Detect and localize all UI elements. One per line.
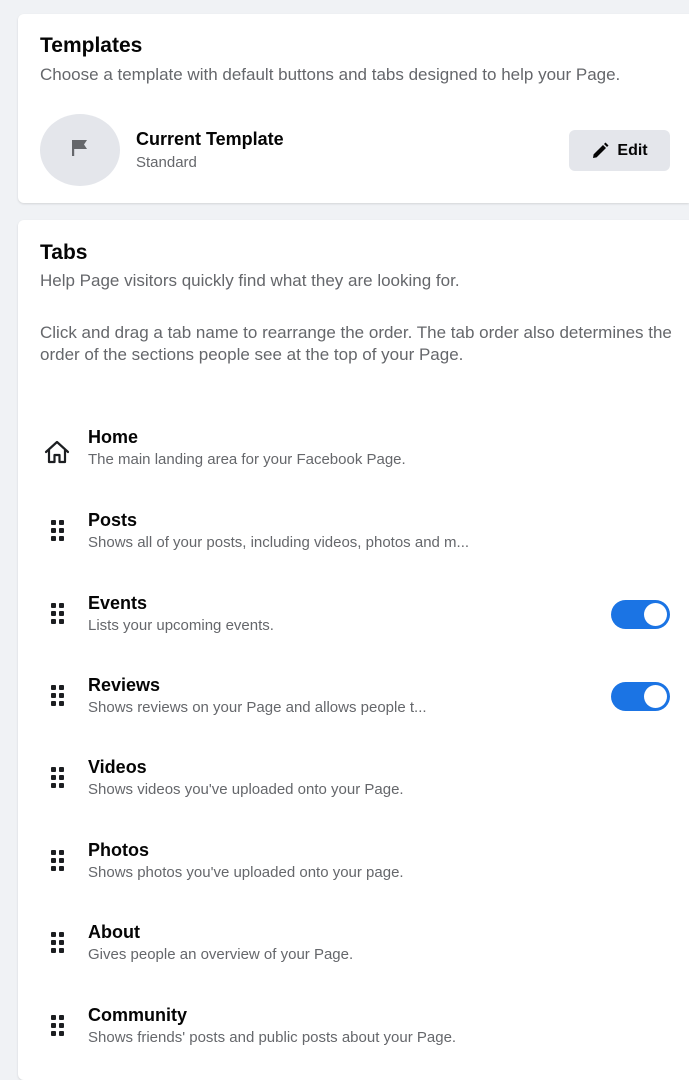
tab-title: Videos: [88, 757, 147, 777]
tab-row-videos[interactable]: Videos Shows videos you've uploaded onto…: [18, 757, 689, 827]
drag-handle-icon[interactable]: [42, 598, 72, 628]
tab-description: Shows all of your posts, including video…: [88, 534, 470, 551]
tab-row-about[interactable]: About Gives people an overview of your P…: [18, 922, 689, 992]
drag-handle-icon[interactable]: [42, 927, 72, 957]
edit-template-button[interactable]: Edit: [569, 130, 670, 171]
tab-row-community[interactable]: Community Shows friends' posts and publi…: [18, 1005, 689, 1075]
tab-row-reviews[interactable]: Reviews Shows reviews on your Page and a…: [18, 675, 689, 745]
edit-button-label: Edit: [617, 141, 648, 159]
tab-description: Shows photos you've uploaded onto your p…: [88, 864, 404, 881]
events-toggle[interactable]: [611, 600, 670, 629]
tab-title: Events: [88, 593, 148, 613]
tab-title: About: [88, 922, 140, 942]
tab-description: Shows reviews on your Page and allows pe…: [88, 699, 427, 716]
tab-title: Community: [88, 1005, 187, 1025]
tab-description: Shows videos you've uploaded onto your P…: [88, 781, 404, 798]
tab-description: Shows friends' posts and public posts ab…: [88, 1029, 457, 1046]
flag-icon: [69, 137, 91, 164]
template-avatar: [40, 114, 120, 186]
templates-title: Templates: [40, 34, 143, 57]
tab-description: Gives people an overview of your Page.: [88, 946, 354, 963]
home-icon: [42, 437, 72, 467]
drag-handle-icon[interactable]: [42, 680, 72, 710]
tab-description: Lists your upcoming events.: [88, 617, 274, 634]
pencil-icon: [591, 142, 609, 160]
reviews-toggle[interactable]: [611, 682, 670, 711]
drag-handle-icon[interactable]: [42, 762, 72, 792]
tabs-description: Help Page visitors quickly find what the…: [40, 271, 460, 290]
tabs-instructions: Click and drag a tab name to rearrange t…: [40, 323, 672, 364]
drag-handle-icon[interactable]: [42, 845, 72, 875]
tab-description: The main landing area for your Facebook …: [88, 451, 406, 468]
tab-row-posts[interactable]: Posts Shows all of your posts, including…: [18, 510, 689, 580]
drag-handle-icon[interactable]: [42, 515, 72, 545]
tab-row-events[interactable]: Events Lists your upcoming events.: [18, 593, 689, 663]
templates-description: Choose a template with default buttons a…: [40, 65, 621, 84]
tabs-title: Tabs: [40, 241, 88, 264]
drag-handle-icon[interactable]: [42, 1010, 72, 1040]
tab-title: Reviews: [88, 675, 161, 695]
tabs-card: Tabs Help Page visitors quickly find wha…: [18, 220, 689, 1080]
tab-title: Home: [88, 427, 139, 447]
tab-row-home[interactable]: Home The main landing area for your Face…: [18, 427, 689, 497]
tab-title: Photos: [88, 840, 149, 860]
current-template-value: Standard: [136, 154, 197, 171]
current-template-label: Current Template: [136, 129, 284, 149]
templates-card: Templates Choose a template with default…: [18, 14, 689, 203]
tab-row-photos[interactable]: Photos Shows photos you've uploaded onto…: [18, 840, 689, 910]
tab-title: Posts: [88, 510, 138, 530]
